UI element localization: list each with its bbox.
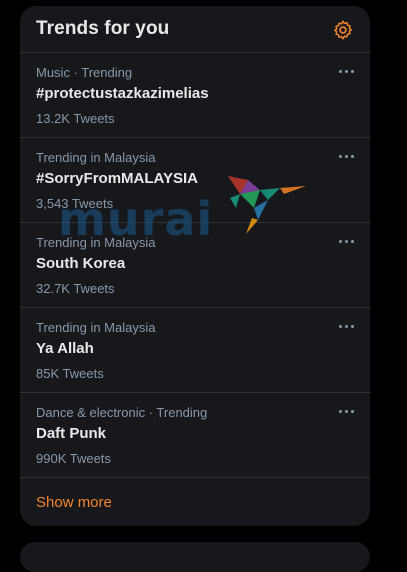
trend-tweet-count: 990K Tweets bbox=[36, 451, 111, 466]
trend-context: Trending in Malaysia bbox=[36, 235, 156, 250]
trend-name: Daft Punk bbox=[36, 425, 107, 442]
trend-item[interactable]: Trending in Malaysia South Korea 32.7K T… bbox=[20, 223, 370, 308]
next-panel bbox=[20, 542, 370, 572]
trend-name: South Korea bbox=[36, 255, 126, 272]
show-more-link[interactable]: Show more bbox=[36, 494, 112, 511]
trend-item[interactable]: Music · Trending #protectustazkazimelias… bbox=[20, 53, 370, 138]
trend-item[interactable]: Trending in Malaysia #SorryFromMALAYSIA … bbox=[20, 138, 370, 223]
trend-item[interactable]: Trending in Malaysia Ya Allah 85K Tweets bbox=[20, 308, 370, 393]
trend-tweet-count: 32.7K Tweets bbox=[36, 281, 115, 296]
gear-icon[interactable] bbox=[332, 19, 354, 41]
trend-name: Ya Allah bbox=[36, 340, 94, 357]
more-options-icon[interactable] bbox=[338, 407, 356, 417]
trend-item[interactable]: Dance & electronic · Trending Daft Punk … bbox=[20, 393, 370, 478]
more-options-icon[interactable] bbox=[338, 152, 356, 162]
trends-panel: Trends for you Music · Trending #protect… bbox=[20, 6, 370, 526]
trend-name: #SorryFromMALAYSIA bbox=[36, 170, 198, 187]
trend-context: Trending in Malaysia bbox=[36, 320, 156, 335]
more-options-icon[interactable] bbox=[338, 322, 356, 332]
trend-context: Trending in Malaysia bbox=[36, 150, 156, 165]
more-options-icon[interactable] bbox=[338, 237, 356, 247]
trend-name: #protectustazkazimelias bbox=[36, 85, 209, 102]
trend-context: Music · Trending bbox=[36, 65, 133, 80]
trend-context: Dance & electronic · Trending bbox=[36, 405, 208, 420]
trend-tweet-count: 3,543 Tweets bbox=[36, 196, 114, 211]
trends-header: Trends for you bbox=[20, 6, 370, 53]
more-options-icon[interactable] bbox=[338, 67, 356, 77]
panel-title: Trends for you bbox=[36, 18, 170, 39]
trend-tweet-count: 85K Tweets bbox=[36, 366, 104, 381]
trend-tweet-count: 13.2K Tweets bbox=[36, 111, 115, 126]
